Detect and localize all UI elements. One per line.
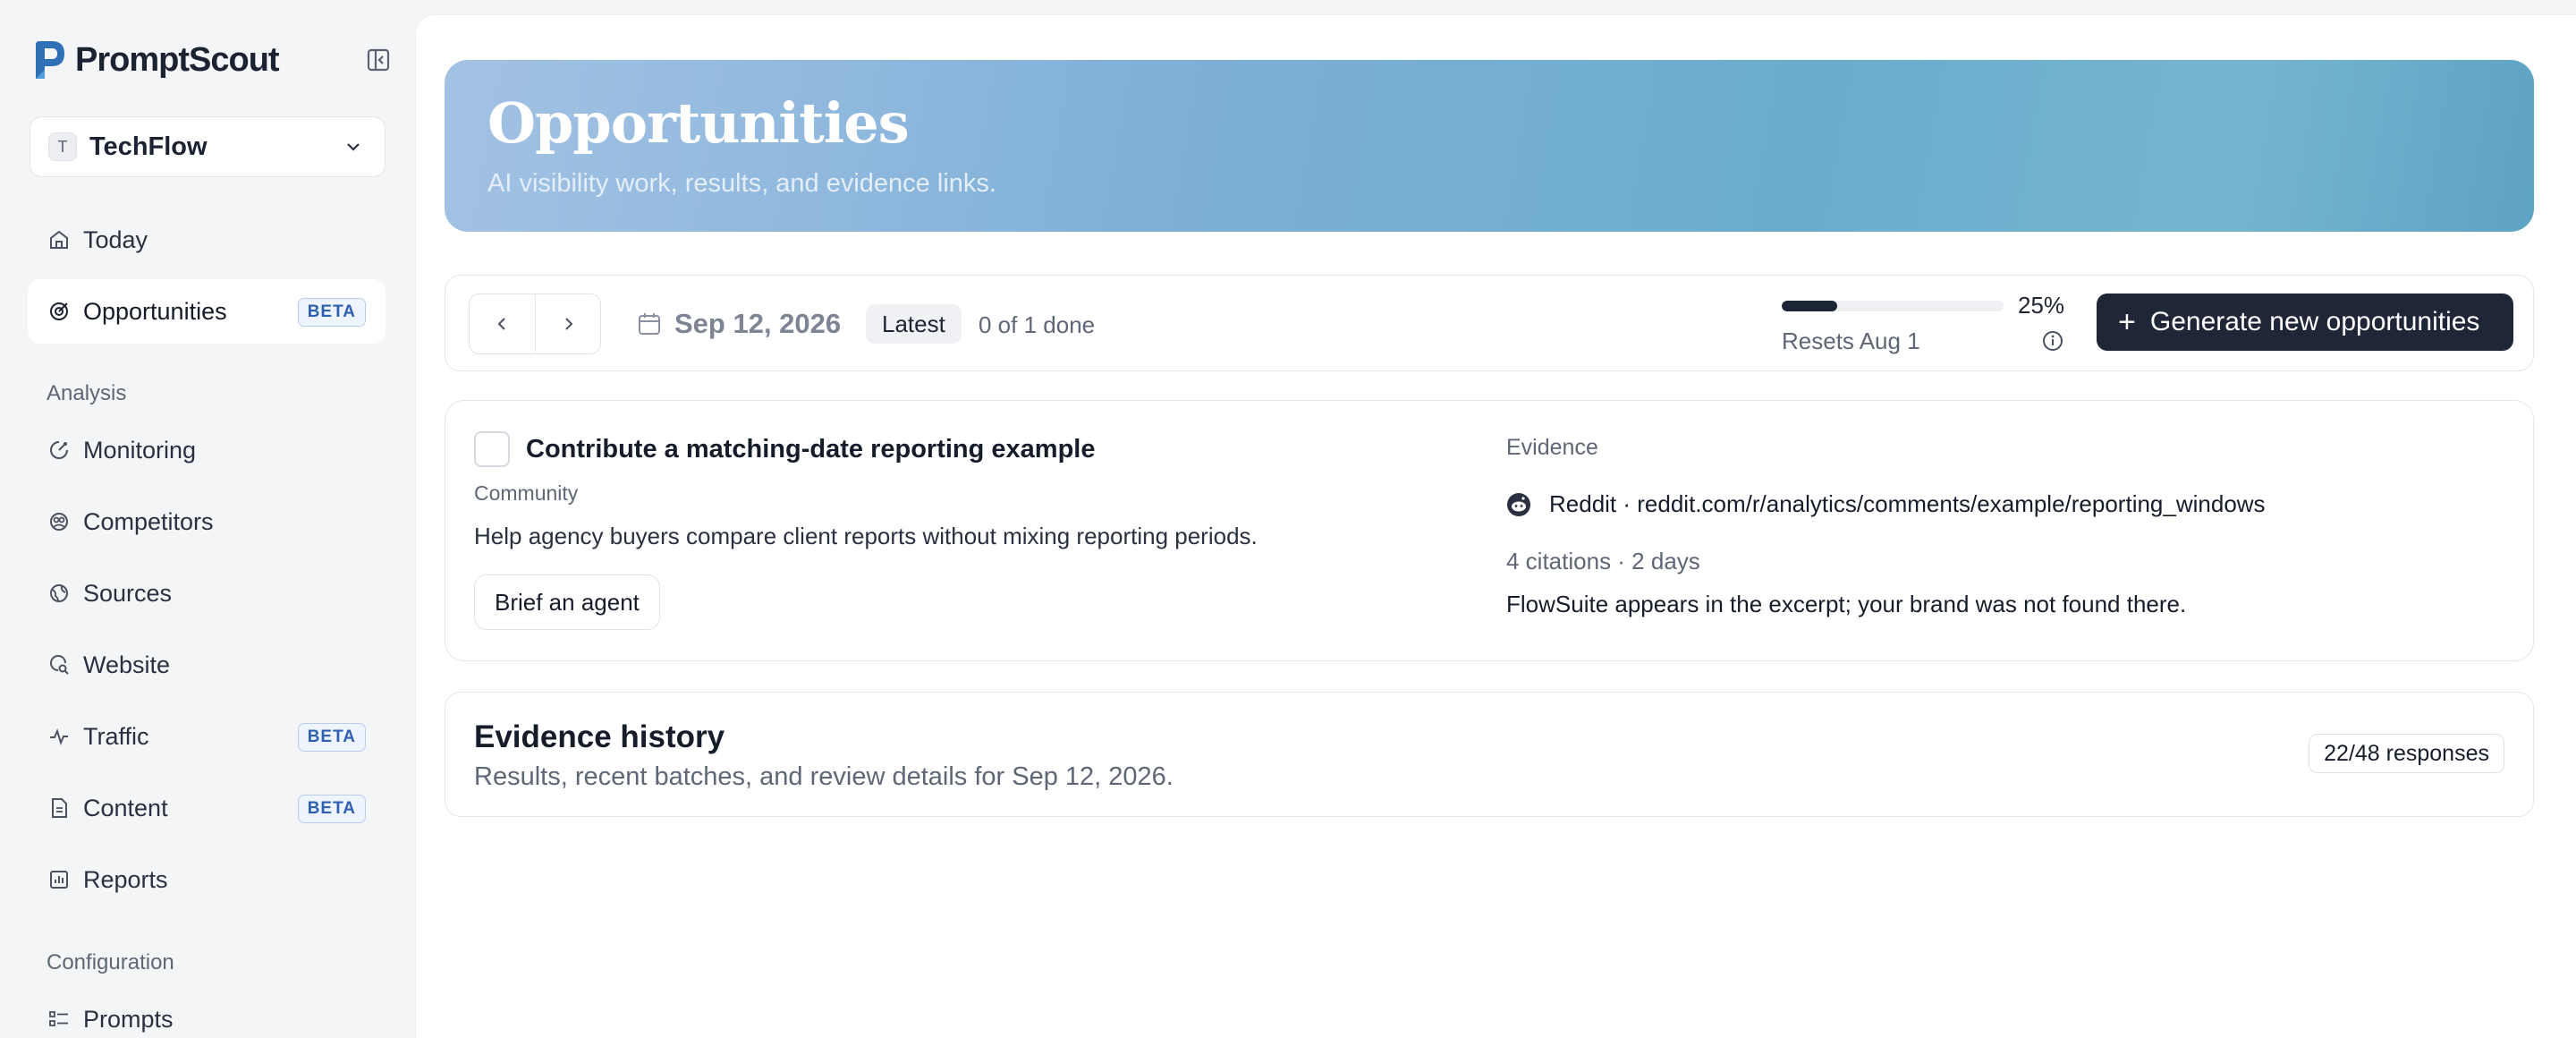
workspace-avatar: T (48, 132, 77, 161)
sidebar-item-traffic[interactable]: Traffic BETA (28, 704, 386, 769)
sidebar-item-competitors[interactable]: Competitors (28, 489, 386, 554)
page-header-banner: Opportunities AI visibility work, result… (445, 60, 2534, 232)
sidebar-item-content[interactable]: Content BETA (28, 776, 386, 840)
document-icon (52, 798, 67, 818)
usage-progress-bar (1782, 301, 2004, 311)
latest-button[interactable]: Latest (866, 304, 962, 344)
workspace-switcher[interactable]: T TechFlow (30, 116, 386, 177)
sidebar-collapse-icon[interactable] (365, 47, 392, 73)
calendar-icon (639, 313, 660, 335)
sidebar-item-label: Traffic (83, 722, 149, 750)
usage-reset-date: Resets Aug 1 (1782, 328, 1920, 354)
evidence-history-subtitle: Results, recent batches, and review deta… (474, 762, 1174, 791)
list-icon (49, 1011, 68, 1026)
sidebar-item-label: Content (83, 794, 168, 821)
target-icon (50, 302, 68, 320)
sidebar-item-opportunities[interactable]: Opportunities BETA (28, 279, 386, 344)
evidence-label: Evidence (1506, 435, 1598, 460)
sidebar-item-label: Competitors (83, 507, 214, 535)
generate-opportunities-button[interactable]: + Generate new opportunities (2097, 294, 2513, 351)
sidebar-item-today[interactable]: Today (28, 208, 386, 272)
plus-icon: + (2118, 305, 2136, 339)
completion-status: 0 of 1 done (979, 311, 1096, 338)
activity-icon (50, 728, 68, 745)
opportunities-toolbar: Sep 12, 2026 Latest 0 of 1 done 25% Rese… (445, 275, 2534, 371)
date-picker[interactable]: Sep 12, 2026 (637, 308, 841, 340)
sidebar-item-label: Reports (83, 865, 168, 893)
section-label-configuration: Configuration (47, 950, 174, 974)
chevron-left-icon (497, 318, 505, 330)
beta-badge: BETA (297, 298, 366, 327)
evidence-link[interactable]: Reddit · reddit.com/r/analytics/comments… (1506, 490, 2266, 518)
opportunity-description: Help agency buyers compare client report… (474, 523, 1258, 549)
page-title: Opportunities (487, 90, 910, 156)
globe-icon (50, 584, 68, 602)
sidebar-item-prompts[interactable]: Prompts (28, 987, 386, 1038)
bar-chart-icon (50, 871, 68, 889)
sidebar-item-website[interactable]: Website (28, 633, 386, 697)
sidebar-item-label: Today (83, 225, 148, 253)
beta-badge: BETA (297, 723, 366, 752)
next-date-button[interactable] (535, 294, 600, 353)
reddit-icon (1507, 492, 1530, 516)
main-content: Opportunities AI visibility work, result… (415, 14, 2576, 1038)
app-name: PromptScout (75, 40, 280, 79)
usage-progress-fill (1782, 301, 1837, 311)
evidence-history-panel[interactable]: Evidence history Results, recent batches… (445, 692, 2534, 817)
sidebar-item-label: Opportunities (83, 297, 227, 325)
info-icon[interactable] (2041, 329, 2064, 353)
evidence-history-title: Evidence history (474, 719, 725, 754)
chevron-right-icon (565, 318, 573, 330)
sidebar-item-monitoring[interactable]: Monitoring (28, 418, 386, 482)
sidebar-item-reports[interactable]: Reports (28, 847, 386, 912)
opportunity-title: Contribute a matching-date reporting exa… (526, 435, 1096, 464)
logo-icon (36, 41, 64, 79)
opportunity-done-checkbox[interactable] (474, 431, 510, 467)
sidebar-item-label: Prompts (83, 1005, 174, 1033)
sidebar-item-sources[interactable]: Sources (28, 561, 386, 625)
section-label-analysis: Analysis (47, 381, 127, 405)
opportunity-card: Contribute a matching-date reporting exa… (445, 400, 2534, 661)
opportunity-category: Community (474, 481, 579, 505)
website-search-icon (50, 655, 69, 675)
evidence-note: FlowSuite appears in the excerpt; your b… (1506, 591, 2187, 617)
sidebar-item-label: Website (83, 651, 171, 678)
sidebar-item-label: Sources (83, 579, 173, 607)
evidence-meta: 4 citations · 2 days (1506, 548, 1700, 574)
date-pager (469, 294, 601, 354)
monitoring-icon (50, 441, 68, 459)
responses-count-badge: 22/48 responses (2309, 734, 2504, 773)
sidebar: PromptScout T TechFlow Today Opportuniti… (0, 0, 415, 1038)
competitors-icon (50, 513, 68, 531)
home-icon (50, 230, 68, 249)
brand[interactable]: PromptScout (30, 39, 280, 81)
previous-date-button[interactable] (470, 294, 535, 353)
page-subtitle: AI visibility work, results, and evidenc… (487, 169, 996, 198)
beta-badge: BETA (297, 795, 366, 823)
generate-button-label: Generate new opportunities (2149, 307, 2480, 336)
brief-agent-button[interactable]: Brief an agent (474, 574, 660, 630)
evidence-source: Reddit · reddit.com/r/analytics/comments… (1549, 490, 2266, 517)
selected-date: Sep 12, 2026 (674, 308, 842, 339)
chevron-down-icon (347, 143, 360, 151)
usage-percent: 25% (2018, 292, 2065, 319)
sidebar-item-label: Monitoring (83, 436, 197, 464)
workspace-name: TechFlow (89, 132, 208, 161)
